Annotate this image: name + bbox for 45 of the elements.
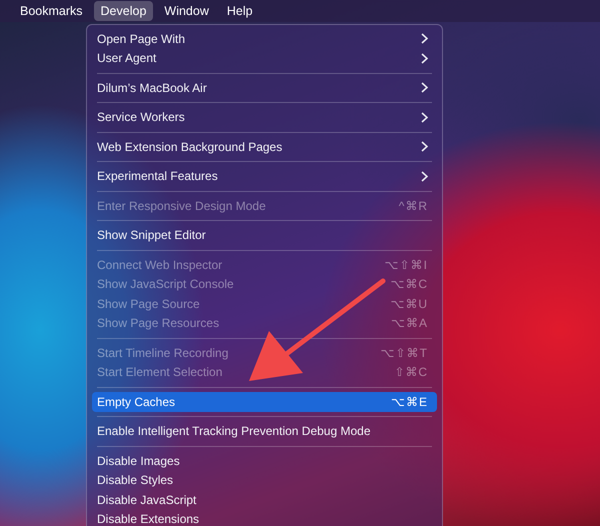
menu-item-label: Show Page Resources <box>97 316 220 330</box>
keyboard-shortcut: ⌥⇧⌘I <box>384 258 428 272</box>
menu-item-label: Start Element Selection <box>97 365 224 380</box>
menu-item[interactable]: Open Page With <box>92 29 437 48</box>
menu-item-label: Start Timeline Recording <box>97 346 230 360</box>
menu-item-label: Enable Intelligent Tracking Prevention Debug Mode <box>97 424 372 438</box>
menu-item[interactable]: Disable Extensions <box>92 510 437 526</box>
menu-item[interactable]: Enable Intelligent Tracking Prevention Debug Mode <box>92 422 437 441</box>
menu-bar-item[interactable]: Help <box>220 1 260 21</box>
menu-item-label: Disable JavaScript <box>97 492 198 507</box>
keyboard-shortcut: ⌥⌘A <box>390 316 428 330</box>
menu-bar-item[interactable]: Bookmarks <box>13 1 90 21</box>
menu-item[interactable]: Experimental Features <box>92 166 437 186</box>
keyboard-shortcut: ⇧⌘C <box>394 365 428 380</box>
menu-item[interactable]: Disable Styles <box>92 470 437 490</box>
menu-item-label: Show Snippet Editor <box>97 228 207 242</box>
menu-item-label: Experimental Features <box>97 169 219 184</box>
menu-item-label: Disable Images <box>97 454 181 468</box>
menu-item[interactable]: Show Snippet Editor <box>92 226 437 245</box>
menu-item-label: Connect Web Inspector <box>97 258 224 272</box>
keyboard-shortcut: ^⌘R <box>398 198 428 213</box>
menu-item-label: Service Workers <box>97 110 186 124</box>
keyboard-shortcut: ⌥⌘E <box>390 394 428 409</box>
menu-item[interactable]: Disable JavaScript <box>92 490 437 510</box>
keyboard-shortcut: ⌥⇧⌘T <box>380 346 428 360</box>
menu-item[interactable]: Dilum’s MacBook Air <box>92 78 437 98</box>
menu-item-label: Enter Responsive Design Mode <box>97 198 267 213</box>
menu-item-label: Disable Extensions <box>97 512 200 526</box>
menu-item[interactable]: Disable Images <box>92 451 437 470</box>
menu-item-label: Empty Caches <box>97 394 176 409</box>
menu-item-label: Dilum’s MacBook Air <box>97 80 208 95</box>
menu-item[interactable]: Empty Caches ⌥⌘E <box>92 392 437 412</box>
menu-item-label: Disable Styles <box>97 473 174 488</box>
menu-bar-item[interactable]: Develop <box>94 1 154 21</box>
keyboard-shortcut: ⌥⌘U <box>390 296 428 311</box>
menu-item-label: User Agent <box>97 51 158 66</box>
menu-item[interactable]: Web Extension Background Pages <box>92 137 437 156</box>
menu-item-label: Show Page Source <box>97 296 201 311</box>
menu-item[interactable]: User Agent <box>92 48 437 68</box>
menu-item-label: Open Page With <box>97 32 186 46</box>
menu-item-label: Web Extension Background Pages <box>97 140 284 154</box>
menu-item[interactable]: Service Workers <box>92 108 437 127</box>
menu-item-label: Show JavaScript Console <box>97 277 235 292</box>
menu-bar-item[interactable]: Window <box>157 1 216 21</box>
keyboard-shortcut: ⌥⌘C <box>390 277 428 292</box>
